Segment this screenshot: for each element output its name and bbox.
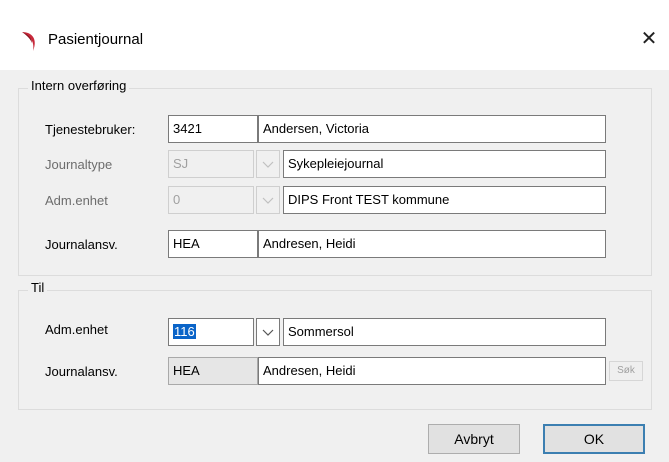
search-button[interactable]: Søk	[609, 361, 643, 381]
adm-enhet-name-field[interactable]: DIPS Front TEST kommune	[283, 186, 606, 214]
til-adm-enhet-code-selected-text: 116	[173, 324, 196, 339]
close-icon[interactable]: ✕	[638, 28, 660, 50]
til-journalansv-label: Journalansv.	[45, 364, 118, 379]
tjenestebruker-id-field[interactable]: 3421	[168, 115, 258, 143]
til-adm-enhet-dropdown-button[interactable]	[256, 318, 280, 346]
journalansv-code-field[interactable]: HEA	[168, 230, 258, 258]
app-logo-icon	[20, 30, 40, 52]
adm-enhet-label: Adm.enhet	[45, 193, 108, 208]
chevron-down-icon	[262, 329, 274, 336]
tjenestebruker-label: Tjenestebruker:	[45, 122, 136, 137]
til-journalansv-code-field[interactable]: HEA	[168, 357, 258, 385]
chevron-down-icon	[262, 161, 274, 168]
window-title: Pasientjournal	[48, 31, 144, 48]
til-group	[18, 290, 652, 410]
journaltype-name-field[interactable]: Sykepleiejournal	[283, 150, 606, 178]
til-adm-enhet-name-field[interactable]: Sommersol	[283, 318, 606, 346]
til-journalansv-name-field[interactable]: Andresen, Heidi	[258, 357, 606, 385]
til-group-title: Til	[28, 280, 48, 295]
adm-enhet-dropdown-button	[256, 186, 280, 214]
journalansv-name-field[interactable]: Andresen, Heidi	[258, 230, 606, 258]
chevron-down-icon	[262, 197, 274, 204]
cancel-button[interactable]: Avbryt	[428, 424, 520, 454]
til-adm-enhet-code-field[interactable]: 116	[168, 318, 254, 346]
ok-button[interactable]: OK	[543, 424, 645, 454]
title-bar: Pasientjournal ✕	[0, 0, 669, 70]
journaltype-dropdown-button	[256, 150, 280, 178]
journaltype-label: Journaltype	[45, 157, 113, 172]
adm-enhet-code-field: 0	[168, 186, 254, 214]
tjenestebruker-name-field[interactable]: Andersen, Victoria	[258, 115, 606, 143]
intern-overforing-group-title: Intern overføring	[28, 78, 130, 93]
journalansv-label: Journalansv.	[45, 237, 118, 252]
journaltype-code-field: SJ	[168, 150, 254, 178]
til-adm-enhet-label: Adm.enhet	[45, 322, 108, 337]
